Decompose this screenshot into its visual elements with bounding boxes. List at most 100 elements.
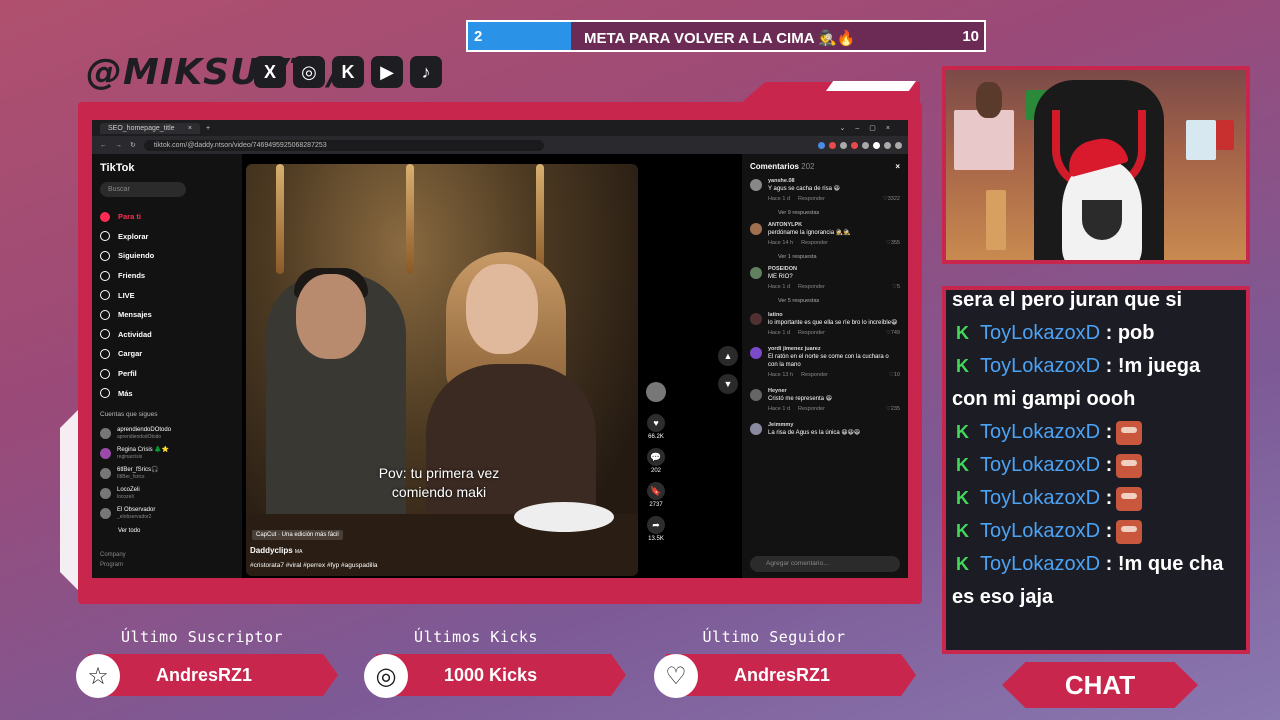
comments-count: 202 — [801, 162, 815, 171]
tiktok-video[interactable]: Pov: tu primera vez comiendo maki CapCut… — [246, 164, 638, 576]
browser-urlbar: ← → ↻ tiktok.com/@daddy.ntson/video/7469… — [92, 136, 908, 154]
reload-icon[interactable]: ↻ — [130, 141, 136, 149]
avatar[interactable] — [750, 267, 762, 279]
comment-user[interactable]: yanshe.08 — [768, 177, 900, 185]
following-account[interactable]: aprendiendoDOtodo aprendiendodOtodo — [100, 424, 234, 444]
program-link[interactable]: Program — [100, 562, 234, 568]
live-icon — [100, 290, 110, 301]
see-all-link[interactable]: Ver todo — [100, 528, 234, 534]
nav-explore[interactable]: Explorar — [100, 227, 234, 247]
nav-more[interactable]: Más — [100, 383, 234, 403]
reply-button[interactable]: Responder — [798, 405, 825, 413]
chat-username[interactable]: ToyLokazoxD — [980, 421, 1100, 443]
chat-username[interactable]: ToyLokazoxD — [980, 322, 1100, 344]
forward-icon[interactable]: → — [115, 142, 122, 149]
chat-message: K ToyLokazoxD : — [952, 449, 1240, 482]
comment-user[interactable]: ANTONYLPK — [768, 221, 900, 229]
avatar[interactable] — [750, 313, 762, 325]
comment-likes[interactable]: ♡10 — [889, 371, 900, 379]
avatar[interactable] — [750, 179, 762, 191]
nav-friends[interactable]: Friends — [100, 266, 234, 286]
chevron-up-icon[interactable]: ▲ — [718, 346, 738, 366]
vtuber-mouth — [1082, 200, 1122, 240]
comment-input[interactable]: Agregar comentario... — [750, 556, 900, 572]
nav-for-you[interactable]: Para ti — [100, 207, 234, 227]
nav-following[interactable]: Siguiendo — [100, 246, 234, 266]
capcut-tag[interactable]: CapCut · Una edición más fácil — [252, 530, 343, 540]
compass-icon — [100, 231, 110, 242]
nav-live[interactable]: LIVE — [100, 285, 234, 305]
reply-button[interactable]: Responder — [801, 239, 828, 247]
following-account[interactable]: Regina Crisis 🌲⭐ reginacrisis — [100, 444, 234, 464]
comment-user[interactable]: latino — [768, 311, 900, 319]
view-replies[interactable]: Ver 5 respuestas — [768, 297, 900, 305]
author-avatar[interactable] — [646, 382, 666, 402]
kick-badge-icon: K — [956, 422, 969, 442]
like-icon[interactable]: ♥ — [647, 414, 665, 432]
last-kicks-value: 1000 Kicks — [376, 654, 626, 696]
avatar — [100, 488, 111, 500]
chevron-down-icon[interactable]: ▼ — [718, 374, 738, 394]
comment-icon[interactable]: 💬 — [647, 448, 665, 466]
chat-username[interactable]: ToyLokazoxD — [980, 553, 1100, 575]
comment-likes[interactable]: ♡749 — [886, 329, 900, 337]
avatar[interactable] — [750, 423, 762, 435]
avatar[interactable] — [750, 223, 762, 235]
bookmark-count: 2737 — [649, 502, 663, 508]
close-icon[interactable]: × — [895, 162, 900, 171]
comment-user[interactable]: yordi jimenez juarez — [768, 345, 900, 353]
frame-decoration-stripe — [826, 81, 916, 91]
bookmark-icon[interactable]: 🔖 — [647, 482, 665, 500]
last-subscriber-value: AndresRZ1 — [88, 654, 338, 696]
view-replies[interactable]: Ver 9 respuestas — [768, 209, 900, 217]
chat-text: : — [1105, 421, 1113, 443]
comment-likes[interactable]: ♡235 — [886, 405, 900, 413]
nav-activity[interactable]: Actividad — [100, 325, 234, 345]
chat-username[interactable]: ToyLokazoxD — [980, 487, 1100, 509]
video-hashtags[interactable]: #cristorata7 #viral #perrex #fyp #aguspa… — [250, 562, 378, 569]
chat-username[interactable]: ToyLokazoxD — [980, 520, 1100, 542]
video-caption: Pov: tu primera vez comiendo maki — [378, 465, 500, 500]
nav-messages[interactable]: Mensajes — [100, 305, 234, 325]
comment-likes[interactable]: ♡5 — [892, 283, 900, 291]
comment-user[interactable]: POSEIDON — [768, 265, 900, 273]
window-controls[interactable]: ⌄–▢× — [840, 124, 908, 132]
reply-button[interactable]: Responder — [798, 283, 825, 291]
url-field[interactable]: tiktok.com/@daddy.ntson/video/7469495925… — [143, 139, 544, 151]
reply-button[interactable]: Responder — [798, 195, 825, 203]
account-name: aprendiendoDOtodo — [117, 426, 172, 433]
comment-text: ME RIO? — [768, 274, 793, 280]
comment-user[interactable]: Jeimmmy — [768, 421, 900, 429]
company-link[interactable]: Company — [100, 552, 234, 558]
chat-username[interactable]: ToyLokazoxD — [980, 355, 1100, 377]
tiktok-logo[interactable]: TikTok — [100, 162, 234, 174]
avatar[interactable] — [750, 347, 762, 359]
tiktok-search-input[interactable]: Buscar — [100, 182, 186, 197]
chat-message: K ToyLokazoxD : !m que cha es eso jaja — [952, 548, 1240, 614]
comment-likes[interactable]: ♡3322 — [883, 195, 900, 203]
reply-button[interactable]: Responder — [801, 371, 828, 379]
new-tab-icon[interactable]: + — [206, 125, 210, 132]
browser-tab[interactable]: SEO_homepage_title × — [100, 122, 200, 134]
avatar[interactable] — [750, 389, 762, 401]
share-icon[interactable]: ➦ — [647, 516, 665, 534]
close-icon[interactable]: × — [188, 125, 192, 132]
webcam-frame — [942, 66, 1250, 264]
video-author[interactable]: Daddyclips MA — [250, 546, 302, 555]
following-account[interactable]: LocoZeli locozeli — [100, 484, 234, 504]
following-account[interactable]: El Observador _elobservador2 — [100, 504, 234, 524]
back-icon[interactable]: ← — [100, 142, 107, 149]
extension-icons[interactable] — [818, 141, 908, 149]
reply-button[interactable]: Responder — [798, 329, 825, 337]
comment-user[interactable]: Heyner — [768, 387, 900, 395]
nav-upload[interactable]: Cargar — [100, 344, 234, 364]
nav-label: Actividad — [118, 329, 152, 339]
view-replies[interactable]: Ver 1 respuesta — [768, 253, 900, 261]
following-account[interactable]: 6tlBer_fSrics🎧 6tlBer_fsrics — [100, 464, 234, 484]
comment-likes[interactable]: ♡355 — [886, 239, 900, 247]
chat-username[interactable]: ToyLokazoxD — [980, 454, 1100, 476]
kick-badge-icon: K — [956, 356, 969, 376]
nav-profile[interactable]: Perfil — [100, 364, 234, 384]
person-right-head — [466, 264, 538, 354]
account-name: LocoZeli — [117, 486, 140, 493]
